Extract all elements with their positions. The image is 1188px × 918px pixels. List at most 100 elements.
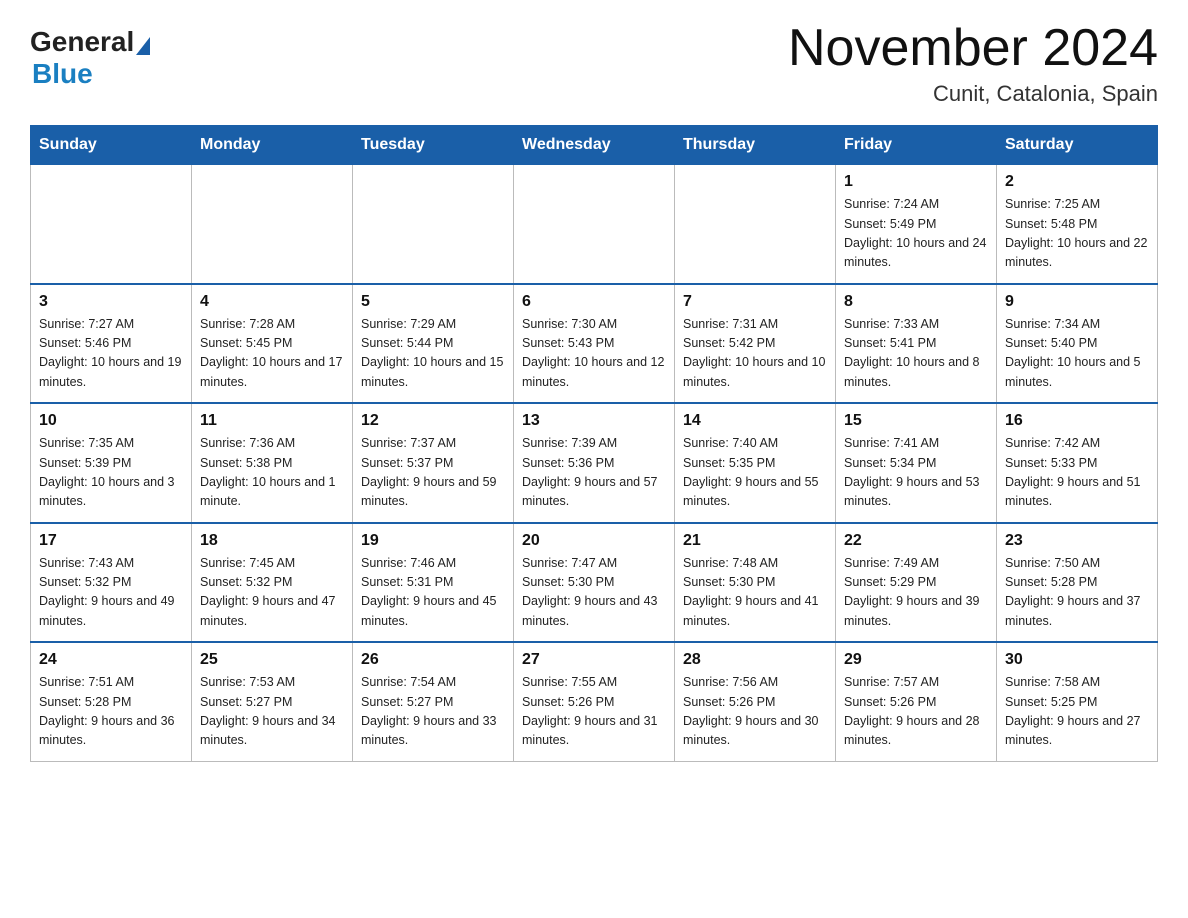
page-header: General Blue November 2024 Cunit, Catalo… [30, 20, 1158, 107]
day-info: Sunrise: 7:25 AMSunset: 5:48 PMDaylight:… [1005, 195, 1149, 273]
calendar-cell: 28 Sunrise: 7:56 AMSunset: 5:26 PMDayligh… [675, 642, 836, 761]
weekday-header-row: SundayMondayTuesdayWednesdayThursdayFrid… [31, 126, 1158, 165]
day-number: 14 [683, 412, 827, 430]
day-number: 19 [361, 532, 505, 550]
calendar-cell: 30Sunrise: 7:58 AMSunset: 5:25 PMDayligh… [997, 642, 1158, 761]
week-row-3: 10Sunrise: 7:35 AMSunset: 5:39 PMDayligh… [31, 403, 1158, 523]
day-info: Sunrise: 7:40 AMSunset: 5:35 PMDaylight:… [683, 434, 827, 512]
day-number: 2 [1005, 173, 1149, 191]
month-year-title: November 2024 [788, 20, 1158, 77]
week-row-1: 1Sunrise: 7:24 AMSunset: 5:49 PMDaylight… [31, 165, 1158, 284]
day-number: 15 [844, 412, 988, 430]
calendar-cell: 13 Sunrise: 7:39 AMSunset: 5:36 PMDayligh… [514, 403, 675, 523]
calendar-cell: 18Sunrise: 7:45 AMSunset: 5:32 PMDayligh… [192, 523, 353, 643]
day-number: 5 [361, 293, 505, 311]
day-info: Sunrise: 7:58 AMSunset: 5:25 PMDaylight:… [1005, 673, 1149, 751]
calendar-cell: 29 Sunrise: 7:57 AMSunset: 5:26 PMDayligh… [836, 642, 997, 761]
day-number: 28 [683, 651, 827, 669]
day-number: 29 [844, 651, 988, 669]
calendar-cell: 15 Sunrise: 7:41 AMSunset: 5:34 PMDayligh… [836, 403, 997, 523]
weekday-saturday: Saturday [997, 126, 1158, 165]
calendar-cell [31, 165, 192, 284]
logo-arrow-icon [136, 37, 150, 55]
calendar-cell: 17 Sunrise: 7:43 AMSunset: 5:32 PMDayligh… [31, 523, 192, 643]
calendar-table: SundayMondayTuesdayWednesdayThursdayFrid… [30, 125, 1158, 762]
day-number: 13 [522, 412, 666, 430]
calendar-cell: 4Sunrise: 7:28 AMSunset: 5:45 PMDaylight… [192, 284, 353, 404]
day-number: 24 [39, 651, 183, 669]
day-info: Sunrise: 7:54 AMSunset: 5:27 PMDaylight:… [361, 673, 505, 751]
weekday-monday: Monday [192, 126, 353, 165]
day-number: 10 [39, 412, 183, 430]
week-row-5: 24 Sunrise: 7:51 AMSunset: 5:28 PMDayligh… [31, 642, 1158, 761]
day-number: 8 [844, 293, 988, 311]
calendar-cell: 12 Sunrise: 7:37 AMSunset: 5:37 PMDayligh… [353, 403, 514, 523]
day-number: 12 [361, 412, 505, 430]
calendar-cell: 8 Sunrise: 7:33 AMSunset: 5:41 PMDaylight… [836, 284, 997, 404]
calendar-cell: 10Sunrise: 7:35 AMSunset: 5:39 PMDayligh… [31, 403, 192, 523]
calendar-cell [514, 165, 675, 284]
day-number: 20 [522, 532, 666, 550]
calendar-cell [353, 165, 514, 284]
calendar-cell: 26 Sunrise: 7:54 AMSunset: 5:27 PMDayligh… [353, 642, 514, 761]
day-info: Sunrise: 7:41 AMSunset: 5:34 PMDaylight:… [844, 434, 988, 512]
weekday-tuesday: Tuesday [353, 126, 514, 165]
day-info: Sunrise: 7:34 AMSunset: 5:40 PMDaylight:… [1005, 315, 1149, 393]
week-row-4: 17 Sunrise: 7:43 AMSunset: 5:32 PMDayligh… [31, 523, 1158, 643]
day-number: 26 [361, 651, 505, 669]
day-info: Sunrise: 7:48 AMSunset: 5:30 PMDaylight:… [683, 554, 827, 632]
weekday-friday: Friday [836, 126, 997, 165]
logo-blue-text: Blue [32, 58, 93, 90]
calendar-cell: 16Sunrise: 7:42 AMSunset: 5:33 PMDayligh… [997, 403, 1158, 523]
day-info: Sunrise: 7:55 AMSunset: 5:26 PMDaylight:… [522, 673, 666, 751]
calendar-cell: 3Sunrise: 7:27 AMSunset: 5:46 PMDaylight… [31, 284, 192, 404]
calendar-cell: 5 Sunrise: 7:29 AMSunset: 5:44 PMDaylight… [353, 284, 514, 404]
calendar-cell: 23Sunrise: 7:50 AMSunset: 5:28 PMDayligh… [997, 523, 1158, 643]
day-info: Sunrise: 7:24 AMSunset: 5:49 PMDaylight:… [844, 195, 988, 273]
calendar-cell: 1Sunrise: 7:24 AMSunset: 5:49 PMDaylight… [836, 165, 997, 284]
calendar-cell: 22 Sunrise: 7:49 AMSunset: 5:29 PMDayligh… [836, 523, 997, 643]
day-number: 23 [1005, 532, 1149, 550]
day-info: Sunrise: 7:37 AMSunset: 5:37 PMDaylight:… [361, 434, 505, 512]
calendar-cell: 25Sunrise: 7:53 AMSunset: 5:27 PMDayligh… [192, 642, 353, 761]
weekday-thursday: Thursday [675, 126, 836, 165]
week-row-2: 3Sunrise: 7:27 AMSunset: 5:46 PMDaylight… [31, 284, 1158, 404]
day-info: Sunrise: 7:43 AMSunset: 5:32 PMDaylight:… [39, 554, 183, 632]
calendar-cell: 19 Sunrise: 7:46 AMSunset: 5:31 PMDayligh… [353, 523, 514, 643]
calendar-cell: 6 Sunrise: 7:30 AMSunset: 5:43 PMDaylight… [514, 284, 675, 404]
day-info: Sunrise: 7:31 AMSunset: 5:42 PMDaylight:… [683, 315, 827, 393]
calendar-cell: 20Sunrise: 7:47 AMSunset: 5:30 PMDayligh… [514, 523, 675, 643]
weekday-wednesday: Wednesday [514, 126, 675, 165]
day-info: Sunrise: 7:51 AMSunset: 5:28 PMDaylight:… [39, 673, 183, 751]
day-info: Sunrise: 7:46 AMSunset: 5:31 PMDaylight:… [361, 554, 505, 632]
day-number: 22 [844, 532, 988, 550]
title-area: November 2024 Cunit, Catalonia, Spain [788, 20, 1158, 107]
calendar-body: 1Sunrise: 7:24 AMSunset: 5:49 PMDaylight… [31, 165, 1158, 762]
day-info: Sunrise: 7:42 AMSunset: 5:33 PMDaylight:… [1005, 434, 1149, 512]
day-info: Sunrise: 7:57 AMSunset: 5:26 PMDaylight:… [844, 673, 988, 751]
calendar-cell: 24 Sunrise: 7:51 AMSunset: 5:28 PMDayligh… [31, 642, 192, 761]
day-info: Sunrise: 7:29 AMSunset: 5:44 PMDaylight:… [361, 315, 505, 393]
day-info: Sunrise: 7:49 AMSunset: 5:29 PMDaylight:… [844, 554, 988, 632]
logo-general-text: General [30, 28, 134, 56]
day-number: 17 [39, 532, 183, 550]
location-subtitle: Cunit, Catalonia, Spain [788, 81, 1158, 107]
calendar-cell: 14 Sunrise: 7:40 AMSunset: 5:35 PMDayligh… [675, 403, 836, 523]
day-number: 21 [683, 532, 827, 550]
day-info: Sunrise: 7:33 AMSunset: 5:41 PMDaylight:… [844, 315, 988, 393]
calendar-cell: 2 Sunrise: 7:25 AMSunset: 5:48 PMDaylight… [997, 165, 1158, 284]
calendar-cell [192, 165, 353, 284]
day-number: 27 [522, 651, 666, 669]
calendar-cell: 7Sunrise: 7:31 AMSunset: 5:42 PMDaylight… [675, 284, 836, 404]
day-info: Sunrise: 7:39 AMSunset: 5:36 PMDaylight:… [522, 434, 666, 512]
weekday-sunday: Sunday [31, 126, 192, 165]
day-number: 6 [522, 293, 666, 311]
day-info: Sunrise: 7:56 AMSunset: 5:26 PMDaylight:… [683, 673, 827, 751]
calendar-cell: 21 Sunrise: 7:48 AMSunset: 5:30 PMDayligh… [675, 523, 836, 643]
calendar-cell: 27 Sunrise: 7:55 AMSunset: 5:26 PMDayligh… [514, 642, 675, 761]
day-number: 9 [1005, 293, 1149, 311]
day-info: Sunrise: 7:36 AMSunset: 5:38 PMDaylight:… [200, 434, 344, 512]
day-info: Sunrise: 7:30 AMSunset: 5:43 PMDaylight:… [522, 315, 666, 393]
day-info: Sunrise: 7:28 AMSunset: 5:45 PMDaylight:… [200, 315, 344, 393]
calendar-cell: 11Sunrise: 7:36 AMSunset: 5:38 PMDayligh… [192, 403, 353, 523]
